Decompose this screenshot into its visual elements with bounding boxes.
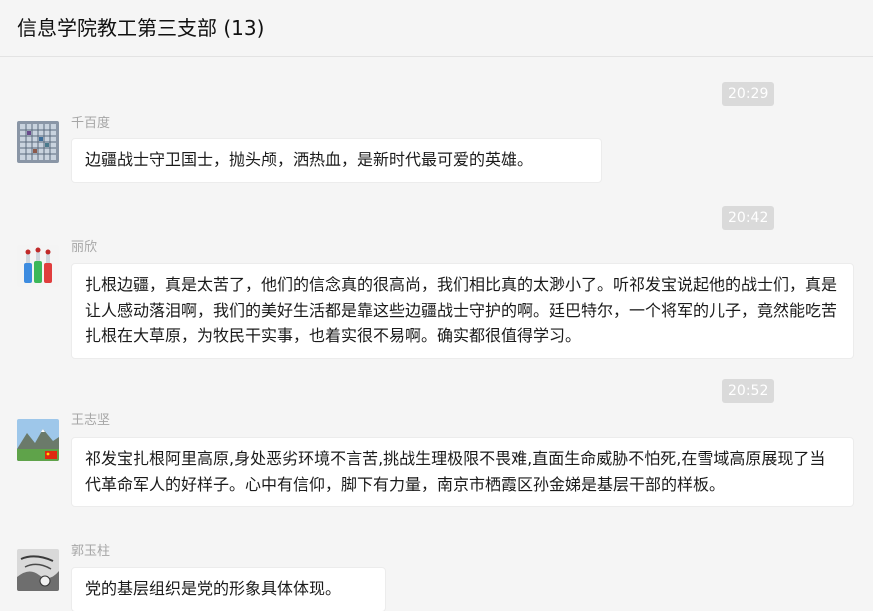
mountain-landscape-avatar-icon[interactable] xyxy=(17,419,59,461)
message-list[interactable]: 20:29 千百度 边疆战士守卫国士，抛头颅，洒热血，是新时代最可爱的英雄。 2… xyxy=(0,57,873,611)
grid-photo-avatar-icon[interactable] xyxy=(17,121,59,163)
timestamp-badge: 20:52 xyxy=(722,379,775,403)
sender-name: 千百度 xyxy=(71,116,111,131)
sender-name: 王志坚 xyxy=(71,413,111,428)
bw-sketch-avatar-icon[interactable] xyxy=(17,549,59,591)
message-bubble[interactable]: 党的基层组织是党的形象具体体现。 xyxy=(71,567,386,611)
timestamp-badge: 20:42 xyxy=(722,206,775,230)
sender-name: 郭玉柱 xyxy=(71,544,111,559)
bottles-photo-avatar-icon[interactable] xyxy=(17,245,59,287)
message-bubble[interactable]: 祁发宝扎根阿里高原,身处恶劣环境不言苦,挑战生理极限不畏难,直面生命威胁不怕死,… xyxy=(71,437,854,507)
message-bubble[interactable]: 扎根边疆，真是太苦了，他们的信念真的很高尚，我们相比真的太渺小了。听祁发宝说起他… xyxy=(71,263,854,359)
message-bubble[interactable]: 边疆战士守卫国士，抛头颅，洒热血，是新时代最可爱的英雄。 xyxy=(71,138,602,183)
group-title: 信息学院教工第三支部 (13) xyxy=(17,16,265,40)
sender-name: 丽欣 xyxy=(71,240,98,255)
timestamp-badge: 20:29 xyxy=(722,82,775,106)
chat-header: 信息学院教工第三支部 (13) xyxy=(0,0,873,57)
